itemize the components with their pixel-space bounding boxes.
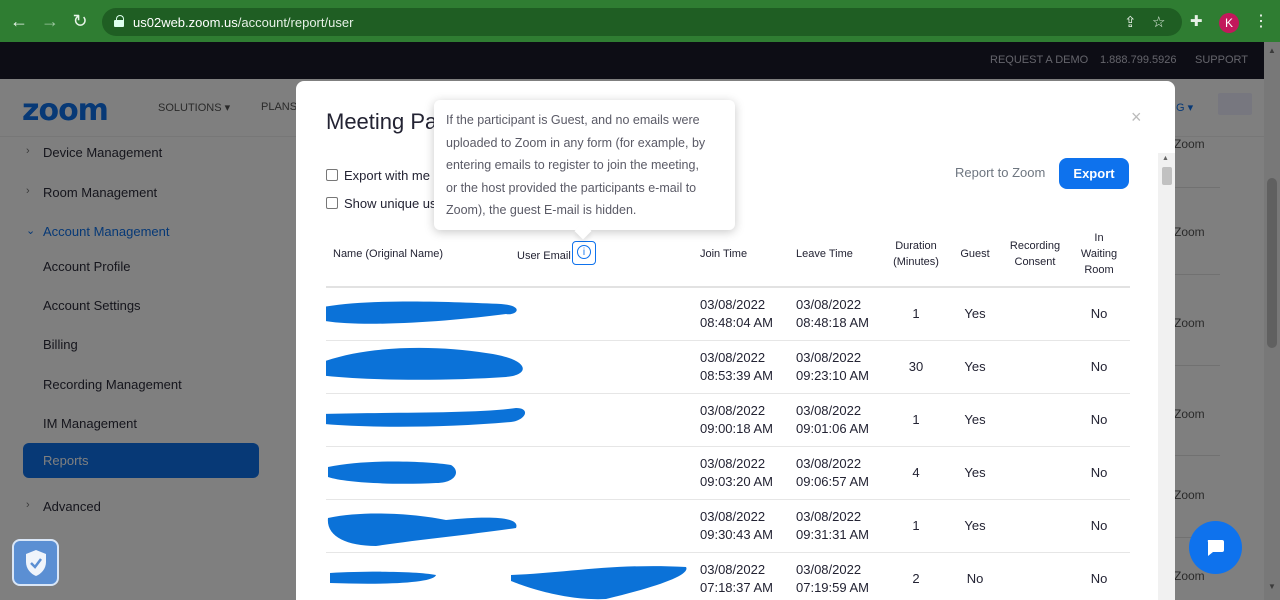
modal-title: Meeting Pa [326,109,438,134]
tooltip-line: If the participant is Guest, and no emai… [446,113,700,127]
tooltip-line: entering emails to register to join the … [446,158,699,172]
guest-cell: Yes [964,518,986,533]
waiting-room-cell: No [1090,518,1108,533]
waiting-room-cell: No [1090,465,1108,480]
leave-time-cell: 03/08/2022 09:31:31 AM [796,509,869,542]
chat-support-button[interactable] [1189,521,1242,574]
leave-time-cell: 03/08/2022 07:19:59 AM [796,562,869,595]
column-header-guest[interactable]: Guest [955,246,995,262]
waiting-room-cell: No [1090,359,1108,374]
leave-time-cell: 03/08/2022 09:01:06 AM [796,403,869,436]
column-header-in-waiting-room[interactable]: In Waiting Room [1074,230,1124,278]
modal-scrollbar[interactable]: ▲ [1158,153,1175,600]
extensions-icon[interactable]: ✚ [1190,12,1203,30]
chat-icon [1207,540,1224,556]
column-header-duration[interactable]: Duration (Minutes) [886,238,946,270]
option-label: Show unique us [344,196,437,211]
browser-menu-icon[interactable]: ⋮ [1253,11,1269,31]
share-icon[interactable]: ⇪ [1124,13,1137,31]
security-shield-icon[interactable] [12,539,59,586]
table-row[interactable]: 03/08/2022 08:53:39 AM 03/08/2022 09:23:10… [326,341,1130,394]
redacted-name [327,513,517,546]
join-time-cell: 03/08/2022 09:03:20 AM [700,456,773,489]
redacted-name [326,301,517,324]
table-row[interactable]: 03/08/2022 09:00:18 AM 03/08/2022 09:01:06… [326,394,1130,447]
reload-icon[interactable]: ↻ [70,11,90,31]
tooltip-line: Zoom), the guest E-mail is hidden. [446,203,637,217]
guest-email-tooltip: If the participant is Guest, and no emai… [434,100,735,230]
duration-cell: 2 [912,571,920,586]
header-line: (Minutes) [893,256,939,268]
forward-icon[interactable]: → [40,11,60,31]
option-label: Export with me [344,168,430,183]
duration-cell: 1 [912,412,920,427]
bookmark-star-icon[interactable]: ☆ [1152,13,1165,31]
leave-time-cell: 03/08/2022 09:06:57 AM [796,456,869,489]
profile-avatar[interactable]: K [1219,13,1239,33]
table-row[interactable]: 03/08/2022 09:03:20 AM 03/08/2022 09:06:57… [326,447,1130,500]
redacted-name [326,347,523,380]
guest-cell: No [966,571,984,586]
join-time-cell: 03/08/2022 08:48:04 AM [700,297,773,330]
lock-icon[interactable] [114,15,124,27]
header-line: Consent [1014,256,1056,268]
table-row[interactable]: 03/08/2022 09:30:43 AM 03/08/2022 09:31:31… [326,500,1130,553]
info-icon[interactable]: i [572,241,596,265]
export-button[interactable]: Export [1059,158,1129,189]
table-row[interactable]: 03/08/2022 08:48:04 AM 03/08/2022 08:48:18… [326,288,1130,341]
duration-cell: 1 [912,306,920,321]
column-header-recording-consent[interactable]: Recording Consent [1004,238,1066,270]
header-line: Room [1084,264,1114,276]
join-time-cell: 03/08/2022 08:53:39 AM [700,350,773,383]
close-icon[interactable]: × [1131,107,1142,128]
duration-cell: 1 [912,518,920,533]
waiting-room-cell: No [1090,306,1108,321]
scroll-up-icon[interactable]: ▲ [1162,155,1169,162]
back-icon[interactable]: ← [9,11,29,31]
url-text: us02web.zoom.us/account/report/user [133,15,354,30]
guest-cell: Yes [964,359,986,374]
duration-cell: 4 [912,465,920,480]
duration-cell: 30 [908,359,924,374]
redacted-name [328,461,456,484]
leave-time-cell: 03/08/2022 09:23:10 AM [796,350,869,383]
show-unique-users-option[interactable]: Show unique us [326,196,437,211]
export-with-meeting-option[interactable]: Export with me [326,168,430,183]
header-line: Recording [1009,240,1061,252]
tooltip-line: or the host provided the participants e-… [446,180,697,195]
guest-cell: Yes [964,412,986,427]
redacted-name [330,566,687,600]
leave-time-cell: 03/08/2022 08:48:18 AM [796,297,869,330]
waiting-room-cell: No [1090,571,1108,586]
header-line: In [1094,232,1104,244]
scrollbar-thumb[interactable] [1162,167,1172,185]
tooltip-line: uploaded to Zoom in any form (for exampl… [446,135,706,150]
redacted-name [326,408,525,427]
meeting-participants-modal: Meeting Pa × Export with me Show unique … [296,81,1175,600]
header-line: Duration [895,240,937,252]
table-row[interactable]: 03/08/2022 07:18:37 AM 03/08/2022 07:19:59… [326,553,1130,600]
guest-cell: Yes [964,306,986,321]
checkbox[interactable] [326,197,338,209]
column-header-leave-time[interactable]: Leave Time [796,246,853,262]
column-header-name[interactable]: Name (Original Name) [333,246,443,262]
address-bar[interactable]: us02web.zoom.us/account/report/user ⇪ ☆ [102,8,1182,36]
checkbox[interactable] [326,169,338,181]
join-time-cell: 03/08/2022 09:00:18 AM [700,403,773,436]
browser-toolbar: ← → ↻ us02web.zoom.us/account/report/use… [0,0,1280,42]
join-time-cell: 03/08/2022 07:18:37 AM [700,562,773,595]
join-time-cell: 03/08/2022 09:30:43 AM [700,509,773,542]
waiting-room-cell: No [1090,412,1108,427]
column-header-join-time[interactable]: Join Time [700,246,747,262]
header-line: Waiting [1080,248,1118,260]
column-header-email[interactable]: User Email [517,248,571,264]
guest-cell: Yes [964,465,986,480]
report-to-zoom-link[interactable]: Report to Zoom [955,165,1045,180]
